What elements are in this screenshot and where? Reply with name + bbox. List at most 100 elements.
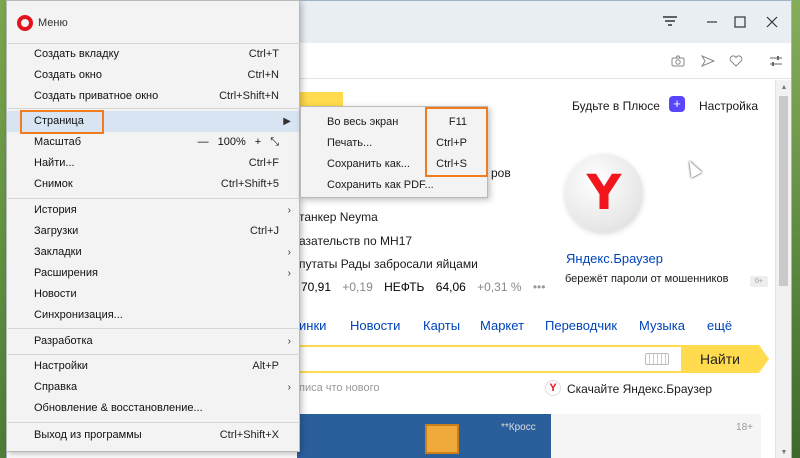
menu-item-new-window[interactable]: Создать окно Ctrl+N <box>7 65 299 86</box>
menu-item-bookmarks[interactable]: Закладки › <box>7 242 299 263</box>
highlight-frame-shortcuts <box>425 107 488 177</box>
menu-item-exit[interactable]: Выход из программы Ctrl+Shift+X <box>7 425 299 446</box>
opera-main-menu: Меню Создать вкладку Ctrl+T Создать окно… <box>6 0 300 452</box>
ad-image <box>425 424 459 454</box>
menu-item-shortcut: Ctrl+J <box>249 225 279 237</box>
vertical-scrollbar[interactable]: ▲ ▼ <box>775 80 791 458</box>
menu-item-sync[interactable]: Синхронизация... <box>7 305 299 326</box>
chevron-right-icon: ▶ <box>283 116 291 127</box>
news-item[interactable]: путаты Рады забросали яйцами <box>299 257 478 271</box>
menu-item-shortcut: Ctrl+F <box>248 157 279 169</box>
promo-subtitle: бережёт пароли от мошенников <box>565 273 729 285</box>
menu-divider <box>8 328 300 329</box>
service-link-more[interactable]: ещё <box>707 318 732 333</box>
zoom-value: 100% <box>217 136 246 148</box>
oil-change: +0,31 % <box>477 280 522 294</box>
menu-item-new-tab[interactable]: Создать вкладку Ctrl+T <box>7 44 299 65</box>
plus-link[interactable]: Будьте в Плюсе <box>572 99 660 113</box>
maximize-icon[interactable] <box>729 11 751 33</box>
menu-item-extensions[interactable]: Расширения › <box>7 263 299 284</box>
yandex-browser-icon: Y <box>545 380 561 396</box>
scroll-thumb[interactable] <box>779 96 788 286</box>
more-rates-icon[interactable]: ••• <box>533 280 546 294</box>
submenu-item-label: Сохранить как... <box>327 158 410 170</box>
rates-row: 70,91 +0,19 НЕФТЬ 64,06 +0,31 % ••• <box>301 280 545 294</box>
download-browser-link[interactable]: Скачайте Яндекс.Браузер <box>567 382 712 396</box>
yandex-y-icon: Y <box>586 165 622 221</box>
menu-item-update[interactable]: Обновление & восстановление... <box>7 398 299 419</box>
menu-item-label: Обновление & восстановление... <box>34 402 203 414</box>
zoom-in-button[interactable]: + <box>255 132 261 153</box>
scroll-down-icon[interactable]: ▼ <box>776 445 792 458</box>
service-link-market[interactable]: Маркет <box>480 318 524 333</box>
news-item[interactable]: азательств по МН17 <box>299 234 412 248</box>
menu-item-label: Создать вкладку <box>34 48 120 60</box>
service-link-translator[interactable]: Переводчик <box>545 318 617 333</box>
close-icon[interactable] <box>761 11 783 33</box>
menu-item-find[interactable]: Найти... Ctrl+F <box>7 153 299 174</box>
heart-icon[interactable] <box>727 52 745 70</box>
menu-item-shortcut: Ctrl+Shift+X <box>219 429 279 441</box>
menu-title: Меню <box>38 17 68 29</box>
chevron-right-icon: › <box>287 247 291 258</box>
camera-icon[interactable] <box>669 52 687 70</box>
mouse-cursor-icon <box>683 158 703 178</box>
news-item[interactable]: танкер Neyma <box>299 210 378 224</box>
send-icon[interactable] <box>699 52 717 70</box>
menu-item-label: Синхронизация... <box>34 309 123 321</box>
news-partial-text: ров <box>491 166 511 180</box>
highlight-frame-page <box>20 110 104 134</box>
zoom-control: — 100% + ⤡ <box>198 132 279 153</box>
page-submenu: Во весь экран F11 Печать... Ctrl+P Сохра… <box>300 106 488 198</box>
ad-age-label: 18+ <box>736 422 753 433</box>
keyboard-icon[interactable] <box>645 353 669 365</box>
service-link-news[interactable]: Новости <box>350 318 400 333</box>
menu-divider <box>8 422 300 423</box>
yandex-browser-logo[interactable]: Y <box>565 154 643 232</box>
menu-item-settings[interactable]: Настройки Alt+P <box>7 356 299 377</box>
submenu-item-label: Сохранить как PDF... <box>327 179 434 191</box>
scroll-up-icon[interactable]: ▲ <box>776 80 792 94</box>
settings-link[interactable]: Настройка <box>699 99 758 113</box>
chevron-right-icon: › <box>287 268 291 279</box>
menu-item-label: Закладки <box>34 246 82 258</box>
chevron-right-icon: › <box>287 205 291 216</box>
menu-item-label: Настройки <box>34 360 88 372</box>
submenu-item-save-pdf[interactable]: Сохранить как PDF... <box>301 175 487 196</box>
fullscreen-icon[interactable]: ⤡ <box>270 132 279 153</box>
minimize-icon[interactable] <box>701 11 723 33</box>
service-link-music[interactable]: Музыка <box>639 318 685 333</box>
menu-item-shortcut: Alt+P <box>252 360 279 372</box>
ad-banner[interactable]: **Кросс <box>297 414 551 458</box>
search-input[interactable] <box>293 345 681 373</box>
submenu-item-label: Во весь экран <box>327 116 399 128</box>
menu-item-label: Найти... <box>34 157 75 169</box>
ad-banner-right[interactable]: 18+ <box>551 414 761 458</box>
menu-item-help[interactable]: Справка › <box>7 377 299 398</box>
menu-item-label: Загрузки <box>34 225 79 237</box>
easy-setup-icon[interactable] <box>659 11 681 33</box>
promo-title-link[interactable]: Яндекс.Браузер <box>566 251 663 266</box>
menu-item-news[interactable]: Новости <box>7 284 299 305</box>
service-link-maps[interactable]: Карты <box>423 318 460 333</box>
menu-item-label: Новости <box>34 288 77 300</box>
search-button[interactable]: Найти <box>681 345 769 373</box>
menu-item-label: Снимок <box>34 178 73 190</box>
menu-item-history[interactable]: История › <box>7 200 299 221</box>
menu-divider <box>8 354 300 355</box>
menu-item-private-window[interactable]: Создать приватное окно Ctrl+Shift+N <box>7 86 299 107</box>
menu-item-downloads[interactable]: Загрузки Ctrl+J <box>7 221 299 242</box>
service-link-images[interactable]: инки <box>299 318 326 333</box>
settings-sliders-icon[interactable] <box>767 52 785 70</box>
menu-header[interactable]: Меню <box>7 1 299 43</box>
zoom-out-button[interactable]: — <box>198 132 209 153</box>
plus-icon[interactable]: + <box>669 96 685 112</box>
menu-item-snapshot[interactable]: Снимок Ctrl+Shift+5 <box>7 174 299 195</box>
menu-item-developer[interactable]: Разработка › <box>7 331 299 352</box>
menu-item-label: Справка <box>34 381 78 393</box>
menu-item-label: Создать окно <box>34 69 102 81</box>
menu-item-shortcut: Ctrl+Shift+5 <box>220 178 279 190</box>
menu-item-label: Разработка <box>34 335 93 347</box>
chevron-right-icon: › <box>287 382 291 393</box>
age-badge: 0+ <box>750 276 768 287</box>
